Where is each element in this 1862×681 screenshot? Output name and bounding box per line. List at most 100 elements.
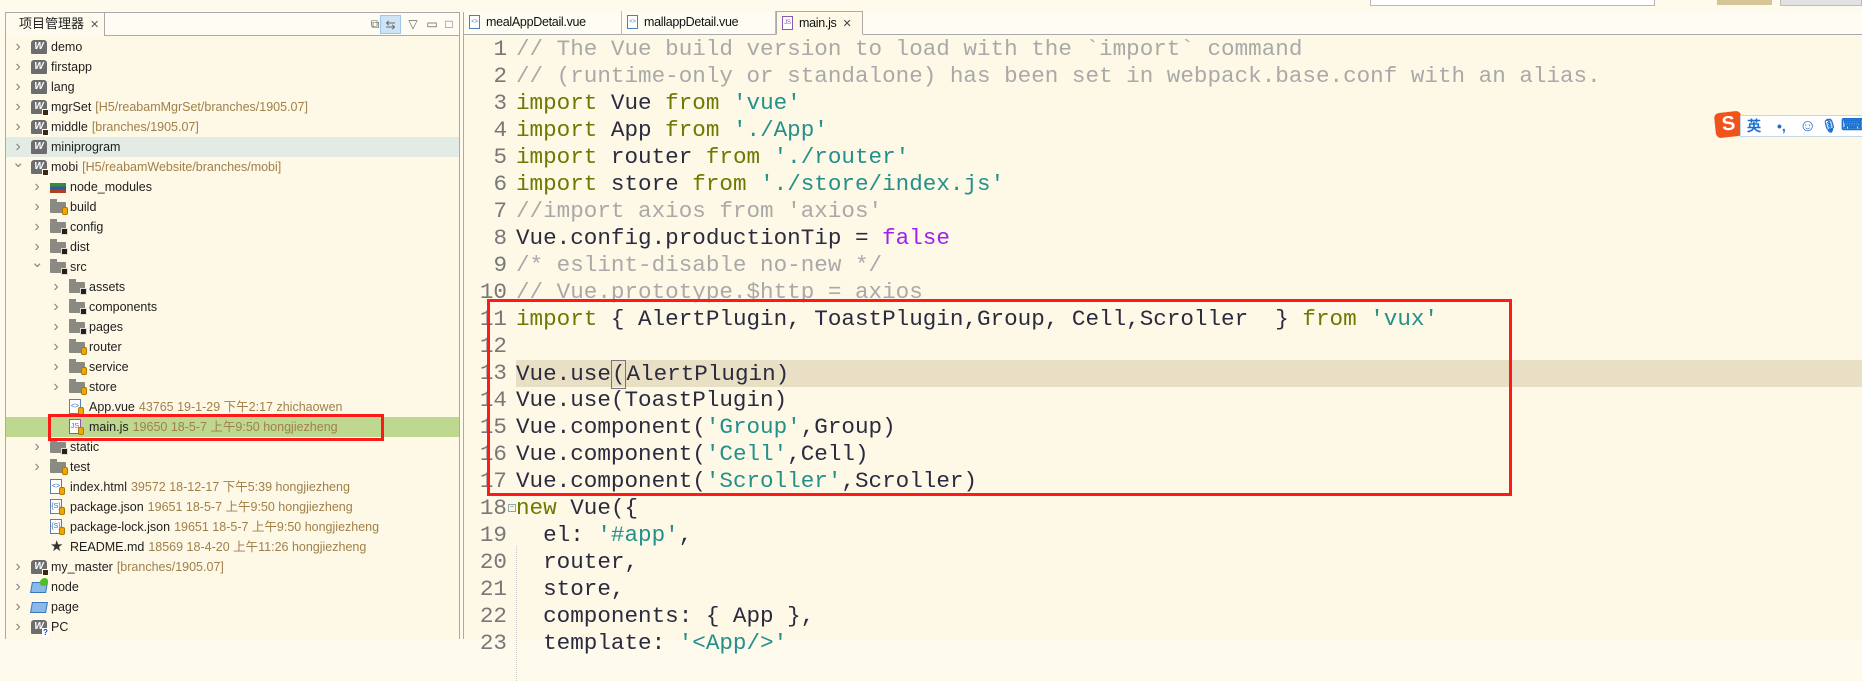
tree-item[interactable]: {S} package-lock.json 19651 18-5-7 上午9:50 … xyxy=(6,517,459,537)
tree-item[interactable]: › node xyxy=(6,577,459,597)
tree-item[interactable]: › assets xyxy=(6,277,459,297)
folder-icon xyxy=(69,379,87,395)
chevron-right-icon[interactable]: › xyxy=(31,217,43,237)
project-icon: W xyxy=(31,80,47,94)
tree-item[interactable]: › dist xyxy=(6,237,459,257)
tree-item[interactable]: › Wmy_master [branches/1905.07] xyxy=(6,557,459,577)
item-decoration: [branches/1905.07] xyxy=(116,560,224,574)
maximize-icon[interactable]: □ xyxy=(442,15,456,34)
tree-item[interactable]: › pages xyxy=(6,317,459,337)
tree-item-label: lang xyxy=(51,77,75,97)
line-number: 8 xyxy=(493,225,507,251)
code-text: router, xyxy=(516,549,638,576)
tree-item[interactable]: › Wfirstapp xyxy=(6,57,459,77)
tree-item[interactable]: › Wminiprogram xyxy=(6,137,459,157)
tree-item[interactable]: ⌄ src xyxy=(6,254,459,277)
code-line[interactable]: 22 components: { App }, xyxy=(464,603,1862,630)
chevron-down-icon[interactable]: ⌄ xyxy=(31,253,44,273)
code-token: App xyxy=(597,117,666,143)
code-line[interactable]: 8 Vue.config.productionTip = false xyxy=(464,225,1862,252)
fold-toggle-icon[interactable]: − xyxy=(508,504,516,512)
microphone-icon[interactable]: 🎙 xyxy=(1821,116,1838,136)
tab-mallappdetail-vue[interactable]: <> mallappDetail.vue xyxy=(622,11,776,35)
tree-item-label: config xyxy=(70,217,103,237)
tree-item[interactable]: {S} package.json 19651 18-5-7 上午9:50 hongj… xyxy=(6,497,459,517)
chevron-right-icon[interactable]: › xyxy=(12,57,24,77)
chevron-right-icon[interactable]: › xyxy=(50,337,62,357)
tree-item[interactable]: › components xyxy=(6,297,459,317)
vue-file-icon: <> xyxy=(469,15,480,29)
tree-item[interactable]: › config xyxy=(6,217,459,237)
tab-mealappdetail-vue[interactable]: <> mealAppDetail.vue xyxy=(464,11,622,35)
code-line[interactable]: 18− new Vue({ xyxy=(464,495,1862,522)
svn-modified-icon xyxy=(61,268,68,275)
minimize-icon[interactable]: ▭ xyxy=(425,15,439,34)
chevron-right-icon[interactable]: › xyxy=(31,197,43,217)
close-icon[interactable]: ✕ xyxy=(843,18,852,30)
chevron-right-icon[interactable]: › xyxy=(12,557,24,577)
chevron-right-icon[interactable]: › xyxy=(12,577,24,597)
tree-item[interactable]: › page xyxy=(6,597,459,617)
code-line[interactable]: 20 router, xyxy=(464,549,1862,576)
link-with-editor-icon[interactable]: ⇆ xyxy=(380,15,401,34)
tree-item[interactable]: › WmgrSet [H5/reabamMgrSet/branches/1905.0… xyxy=(6,97,459,117)
chevron-right-icon[interactable]: › xyxy=(31,177,43,197)
tree-item[interactable]: › service xyxy=(6,357,459,377)
code-line[interactable]: 4 import App from './App' xyxy=(464,117,1862,144)
code-text: new Vue({ xyxy=(516,495,638,522)
chevron-right-icon[interactable]: › xyxy=(50,317,62,337)
chevron-right-icon[interactable]: › xyxy=(50,377,62,397)
code-line[interactable]: 21 store, xyxy=(464,576,1862,603)
perspective-switcher[interactable] xyxy=(1780,0,1862,6)
tree-item[interactable]: › test xyxy=(6,457,459,477)
tree-item[interactable]: ⌄ Wmobi [H5/reabamWebsite/branches/mobi] xyxy=(6,154,459,177)
sogou-logo-icon[interactable]: S xyxy=(1713,110,1744,139)
tree-item[interactable]: › build xyxy=(6,197,459,217)
tree-item[interactable]: › Wlang xyxy=(6,77,459,97)
view-menu-icon[interactable]: ▽ xyxy=(406,15,420,34)
code-line[interactable]: 6 import store from './store/index.js' xyxy=(464,171,1862,198)
code-line[interactable]: 19 el: '#app', xyxy=(464,522,1862,549)
code-line[interactable]: 9 /* eslint-disable no-new */ xyxy=(464,252,1862,279)
svn-modified-icon xyxy=(80,308,87,315)
chevron-right-icon[interactable]: › xyxy=(12,117,24,137)
tab-main-js[interactable]: JS main.js ✕ xyxy=(776,11,863,35)
tree-item[interactable]: › W? PC xyxy=(6,617,459,637)
tree-item[interactable]: › Wdemo xyxy=(6,37,459,57)
code-line[interactable]: 3 import Vue from 'vue' xyxy=(464,90,1862,117)
ime-language-toggle[interactable]: 英 xyxy=(1747,116,1761,136)
chevron-right-icon[interactable]: › xyxy=(50,277,62,297)
chevron-right-icon[interactable]: › xyxy=(12,77,24,97)
close-icon[interactable]: ✕ xyxy=(90,19,99,31)
code-line[interactable]: 2 // (runtime-only or standalone) has bee… xyxy=(464,63,1862,90)
emoji-icon[interactable]: ☺ xyxy=(1799,116,1816,136)
code-line[interactable]: 5 import router from './router' xyxy=(464,144,1862,171)
tree-item[interactable]: › Wmiddle [branches/1905.07] xyxy=(6,117,459,137)
chevron-down-icon[interactable]: ⌄ xyxy=(12,153,25,173)
folder-icon xyxy=(69,299,87,315)
chevron-right-icon[interactable]: › xyxy=(50,297,62,317)
chevron-right-icon[interactable]: › xyxy=(12,597,24,617)
quick-access-input[interactable] xyxy=(1370,0,1655,6)
code-line[interactable]: 7 //import axios from 'axios' xyxy=(464,198,1862,225)
chevron-right-icon[interactable]: › xyxy=(31,437,43,457)
tree-item[interactable]: › store xyxy=(6,377,459,397)
chevron-right-icon[interactable]: › xyxy=(12,617,24,637)
chevron-right-icon[interactable]: › xyxy=(12,37,24,57)
indent-guide xyxy=(516,546,517,681)
folder-icon xyxy=(50,259,68,275)
code-line[interactable]: 1 // The Vue build version to load with t… xyxy=(464,36,1862,63)
tab-project-explorer[interactable]: 项目管理器 ✕ xyxy=(6,12,105,36)
perspective-button[interactable] xyxy=(1717,0,1772,5)
tree-item[interactable]: <> index.html 39572 18-12-17 下午5:39 hongji… xyxy=(6,477,459,497)
ime-punctuation-icon[interactable]: •, xyxy=(1777,116,1786,136)
chevron-right-icon[interactable]: › xyxy=(50,357,62,377)
tree-item[interactable]: › router xyxy=(6,337,459,357)
code-line[interactable]: 23 template: '<App/>' xyxy=(464,630,1862,657)
annotation-highlight-code xyxy=(487,299,1512,496)
keyboard-icon[interactable]: ⌨ xyxy=(1841,116,1862,136)
tree-item[interactable]: ★ README.md 18569 18-4-20 上午11:26 hongjiez… xyxy=(6,537,459,557)
chevron-right-icon[interactable]: › xyxy=(31,457,43,477)
chevron-right-icon[interactable]: › xyxy=(12,97,24,117)
tree-item[interactable]: › node_modules xyxy=(6,177,459,197)
